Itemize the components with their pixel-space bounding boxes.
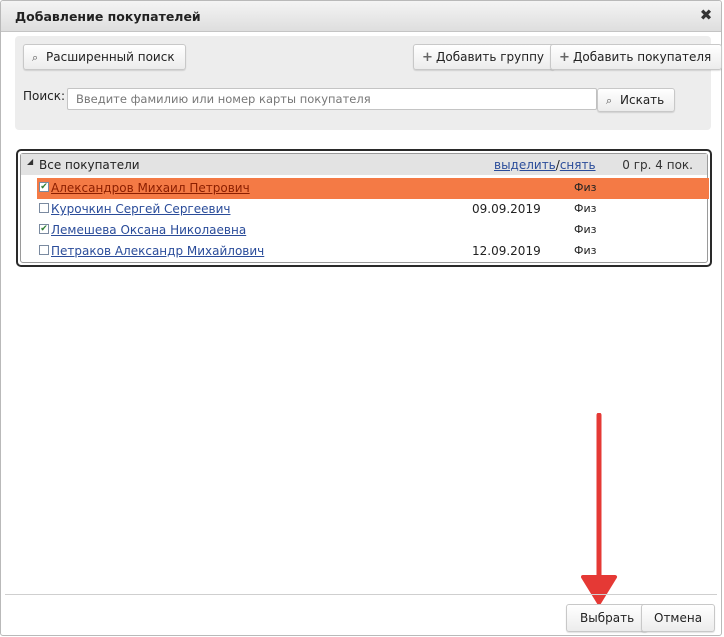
plus-icon: + [422, 50, 433, 65]
annotation-arrow-icon [581, 413, 617, 605]
customer-date: 09.09.2019 [472, 202, 541, 216]
customer-type: Физ [574, 202, 597, 215]
customer-type: Физ [574, 181, 597, 194]
select-all-link[interactable]: выделить [494, 158, 556, 172]
customer-name-link[interactable]: Лемешева Оксана Николаевна [51, 223, 246, 237]
search-icon: ⌕ [32, 51, 39, 64]
advanced-search-label: Расширенный поиск [46, 50, 175, 64]
tree-group-label: Все покупатели [39, 158, 140, 172]
add-group-label: Добавить группу [436, 50, 545, 64]
customer-date: 12.09.2019 [472, 244, 541, 258]
add-customers-dialog: Добавление покупателей ✖ ⌕ Расширенный по… [0, 0, 723, 636]
search-button-label: Искать [620, 93, 665, 107]
table-row[interactable]: Курочкин Сергей Сергеевич 09.09.2019 Физ [37, 199, 709, 220]
add-group-button[interactable]: + Добавить группу [413, 44, 556, 70]
plus-icon: + [559, 50, 570, 65]
search-button[interactable]: ⌕ Искать [597, 88, 676, 112]
customer-name-link[interactable]: Александров Михаил Петрович [51, 181, 250, 195]
search-panel: ⌕ Расширенный поиск + Добавить группу + Доб… [15, 36, 723, 130]
deselect-all-link[interactable]: снять [560, 158, 596, 172]
search-input[interactable] [67, 88, 597, 110]
close-icon[interactable]: ✖ [697, 6, 715, 24]
footer-divider [5, 594, 717, 595]
customer-tree: ◢ Все покупатели выделить/снять 0 гр. 4 … [16, 149, 712, 267]
add-customer-button[interactable]: + Добавить покупателя [550, 44, 723, 70]
table-row[interactable]: ✔ Лемешева Оксана Николаевна Физ [37, 220, 709, 241]
row-checkbox[interactable] [39, 245, 49, 255]
advanced-search-button[interactable]: ⌕ Расширенный поиск [23, 44, 186, 70]
tree-group-header[interactable]: ◢ Все покупатели выделить/снять 0 гр. 4 … [21, 154, 707, 175]
cancel-button-label: Отмена [654, 611, 703, 625]
select-button[interactable]: Выбрать [566, 604, 649, 632]
cancel-button[interactable]: Отмена [641, 604, 716, 632]
row-checkbox[interactable]: ✔ [39, 224, 49, 234]
collapse-triangle-icon[interactable]: ◢ [27, 157, 33, 166]
customer-type: Физ [574, 244, 597, 257]
tree-count: 0 гр. 4 пок. [622, 158, 693, 172]
row-checkbox[interactable]: ✔ [39, 182, 49, 192]
select-button-label: Выбрать [580, 611, 635, 625]
search-label: Поиск: [23, 89, 66, 103]
customer-name-link[interactable]: Курочкин Сергей Сергеевич [51, 202, 230, 216]
table-row[interactable]: Петраков Александр Михайлович 12.09.2019… [37, 241, 709, 262]
dialog-title: Добавление покупателей [15, 9, 201, 24]
tree-select-links: выделить/снять [494, 158, 596, 172]
add-customer-label: Добавить покупателя [573, 50, 712, 64]
search-icon: ⌕ [606, 94, 613, 107]
customer-name-link[interactable]: Петраков Александр Михайлович [51, 244, 264, 258]
row-checkbox[interactable] [39, 203, 49, 213]
customer-tree-inner: ◢ Все покупатели выделить/снять 0 гр. 4 … [20, 153, 709, 263]
customer-type: Физ [574, 223, 597, 236]
dialog-titlebar: Добавление покупателей ✖ [1, 1, 721, 32]
table-row[interactable]: ✔ Александров Михаил Петрович Физ [37, 178, 709, 199]
